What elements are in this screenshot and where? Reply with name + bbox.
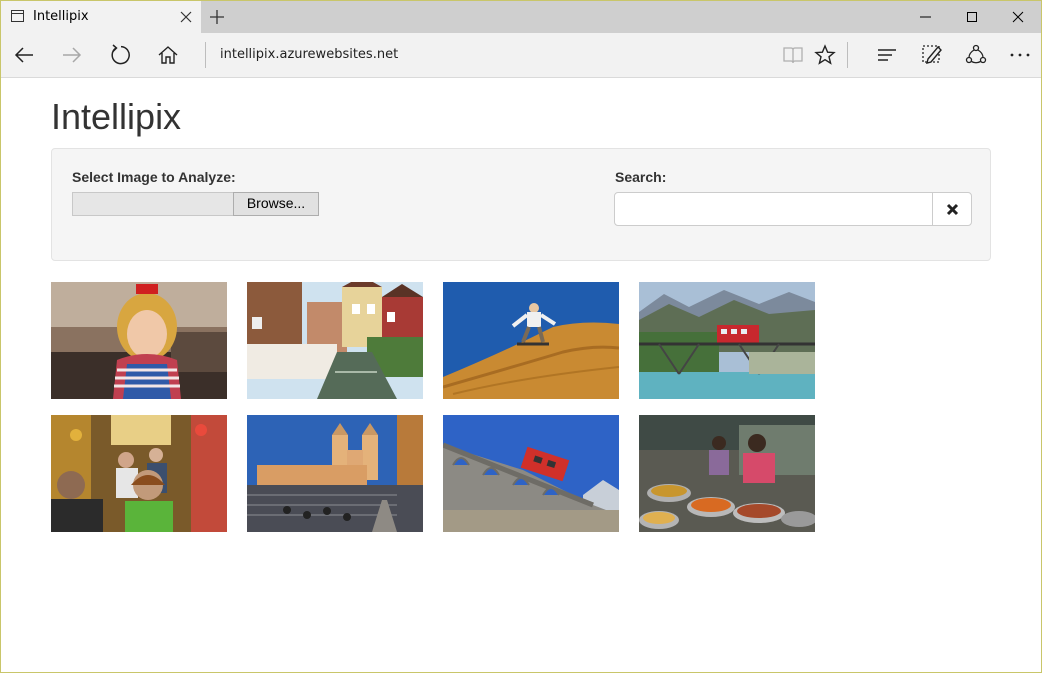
clear-search-button[interactable]: [932, 192, 972, 226]
thumbnail-image: [247, 282, 423, 399]
browse-button[interactable]: Browse...: [233, 192, 319, 216]
thumbnail-red-train-on-viaduct[interactable]: [443, 415, 619, 532]
maximize-icon: [967, 12, 977, 22]
toolbar-separator: [847, 42, 848, 68]
close-icon[interactable]: [179, 10, 193, 24]
thumbnail-canal-village-houses[interactable]: [247, 282, 423, 399]
search-input[interactable]: [614, 192, 933, 226]
thumbnail-image: [51, 415, 227, 532]
page-icon: [11, 10, 24, 22]
star-icon[interactable]: [813, 43, 837, 67]
control-panel: Select Image to Analyze: Browse... Searc…: [51, 148, 991, 261]
book-icon[interactable]: [781, 43, 805, 67]
refresh-icon[interactable]: [108, 43, 132, 67]
thumbnail-image: [639, 415, 815, 532]
browser-window: Intellipix intellipix.azurewebsites.net …: [0, 0, 1042, 673]
thumbnail-sandboarding-dune[interactable]: [443, 282, 619, 399]
close-window-button[interactable]: [995, 1, 1041, 33]
home-icon[interactable]: [156, 43, 180, 67]
pen-icon[interactable]: [920, 43, 944, 67]
address-bar[interactable]: intellipix.azurewebsites.net: [220, 47, 398, 62]
close-icon: [1012, 11, 1024, 23]
thumbnail-image: [247, 415, 423, 532]
tab-bar: Intellipix: [1, 1, 1041, 33]
arrow-left-icon[interactable]: [12, 43, 36, 67]
minimize-icon: [920, 16, 931, 18]
minimize-button[interactable]: [903, 1, 949, 33]
thumbnail-red-train-on-bridge[interactable]: [639, 282, 815, 399]
more-icon[interactable]: [1008, 43, 1032, 67]
thumbnail-church-on-steps[interactable]: [247, 415, 423, 532]
thumbnail-image: [639, 282, 815, 399]
share-icon[interactable]: [964, 43, 988, 67]
tab-title: Intellipix: [33, 9, 89, 24]
thumbnail-girl-in-striped-shirt[interactable]: [51, 282, 227, 399]
thumbnail-image: [51, 282, 227, 399]
active-tab[interactable]: Intellipix: [1, 1, 201, 33]
times-icon: [946, 203, 959, 216]
arrow-right-icon[interactable]: [60, 43, 84, 67]
thumbnail-image: [443, 415, 619, 532]
maximize-button[interactable]: [949, 1, 995, 33]
search-label: Search:: [615, 169, 667, 185]
thumbnail-crowded-bazaar[interactable]: [51, 415, 227, 532]
page-title: Intellipix: [51, 96, 182, 137]
thumbnail-image: [443, 282, 619, 399]
file-name-field[interactable]: [72, 192, 234, 216]
thumbnail-street-food-market[interactable]: [639, 415, 815, 532]
hub-icon[interactable]: [875, 43, 899, 67]
upload-label: Select Image to Analyze:: [72, 169, 236, 185]
navigation-bar: intellipix.azurewebsites.net: [1, 33, 1041, 78]
address-separator: [205, 42, 206, 68]
plus-icon[interactable]: [209, 9, 225, 25]
page-content: Intellipix Select Image to Analyze: Brow…: [1, 78, 1041, 672]
